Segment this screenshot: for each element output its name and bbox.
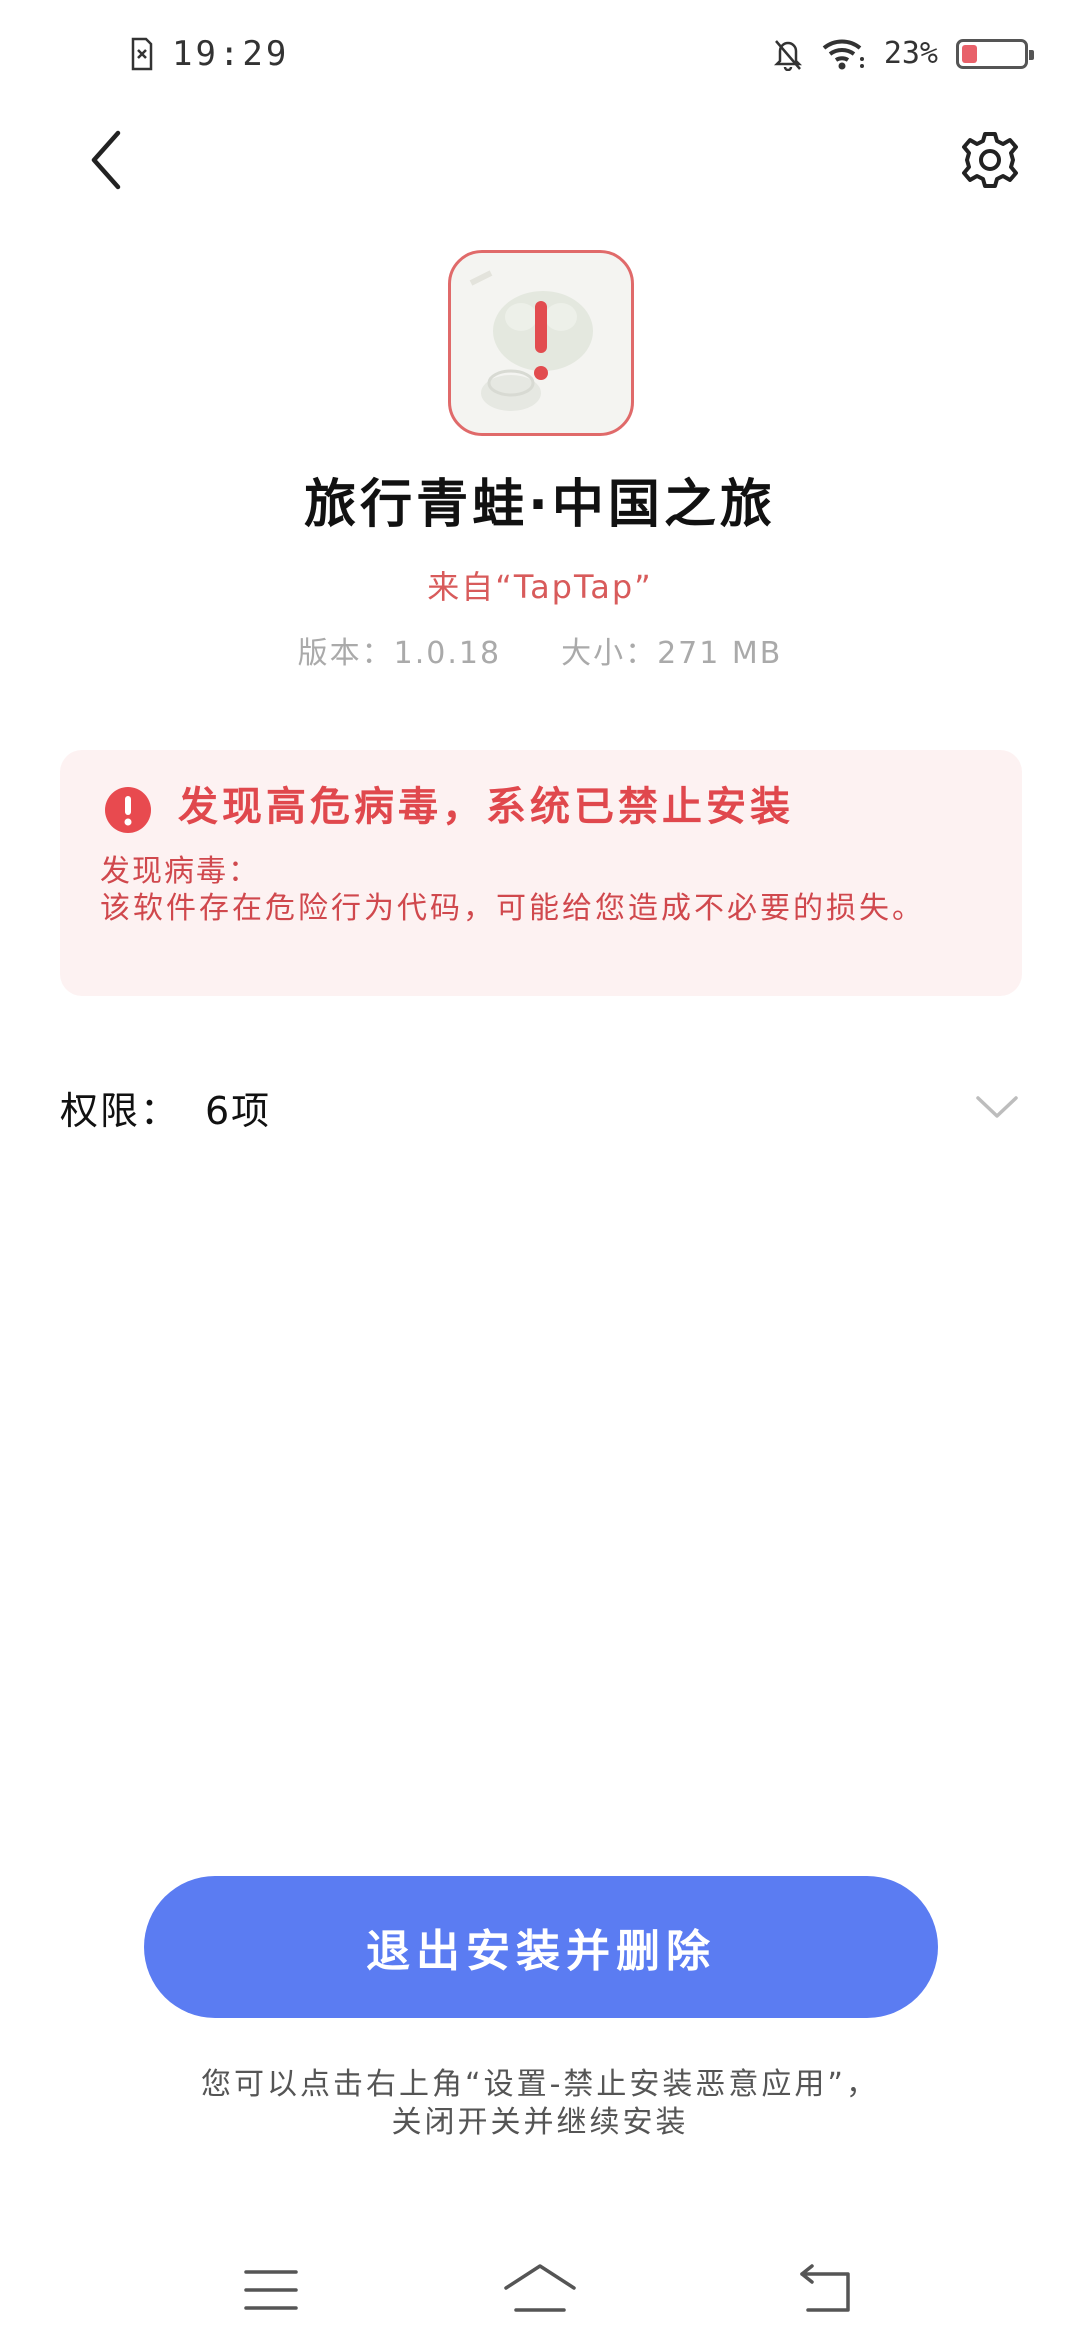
settings-hint: 您可以点击右上角“设置-禁止安装恶意应用”， 关闭开关并继续安装 bbox=[0, 2066, 1080, 2142]
status-left: 19:29 bbox=[130, 34, 289, 74]
battery-icon bbox=[956, 38, 1034, 69]
exit-and-delete-button[interactable]: 退出安装并删除 bbox=[144, 1876, 938, 2018]
home-nav-button[interactable] bbox=[500, 2258, 580, 2322]
back-nav-button[interactable] bbox=[788, 2258, 868, 2322]
warning-body: 该软件存在危险行为代码，可能给您造成不必要的损失。 bbox=[100, 891, 925, 926]
back-nav-icon bbox=[800, 2264, 850, 2312]
hint-line-2: 关闭开关并继续安装 bbox=[391, 2105, 689, 2140]
battery-percent: 23% bbox=[883, 36, 938, 71]
menu-nav-button[interactable] bbox=[232, 2258, 312, 2322]
permissions-count: 6项 bbox=[205, 1089, 272, 1133]
back-button[interactable] bbox=[80, 125, 140, 195]
status-time: 19:29 bbox=[172, 34, 290, 74]
app-meta: 版本：1.0.18 大小：271 MB bbox=[0, 628, 1080, 672]
hint-line-1: 您可以点击右上角“设置-禁止安装恶意应用”， bbox=[201, 2067, 879, 2102]
home-icon bbox=[504, 2264, 576, 2312]
app-name: 旅行青蛙·中国之旅 bbox=[304, 475, 776, 535]
install-blocked-page: 19:29 23% 旅行青蛙·中国之旅 来自“TapTap” 版本：1.0.18… bbox=[0, 0, 1080, 2340]
chevron-down-icon bbox=[976, 1096, 1018, 1118]
version-value: 1.0.18 bbox=[393, 636, 502, 671]
sim-error-icon bbox=[131, 37, 153, 71]
permissions-label: 权限： bbox=[60, 1089, 181, 1133]
version-label: 版本： bbox=[297, 636, 394, 671]
alert-circle-icon bbox=[105, 787, 151, 833]
warning-subtitle: 发现病毒： bbox=[100, 854, 260, 889]
permissions-row[interactable]: 权限： 6项 bbox=[60, 1070, 1022, 1150]
wifi-icon bbox=[822, 39, 864, 69]
app-icon bbox=[448, 250, 634, 436]
status-right: 23% bbox=[772, 36, 1034, 71]
virus-warning-box: 发现高危病毒，系统已禁止安装 发现病毒： 该软件存在危险行为代码，可能给您造成不… bbox=[60, 750, 1022, 996]
status-bar: 19:29 23% bbox=[0, 0, 1080, 110]
warning-title: 发现高危病毒，系统已禁止安装 bbox=[178, 784, 794, 830]
gear-icon bbox=[962, 132, 1018, 188]
settings-button[interactable] bbox=[958, 128, 1022, 192]
size-label: 大小： bbox=[561, 636, 658, 671]
chevron-left-icon bbox=[91, 130, 121, 190]
menu-icon bbox=[244, 2270, 298, 2310]
app-warning-icon bbox=[469, 270, 593, 411]
battery-level-fill bbox=[962, 44, 978, 63]
system-nav-bar bbox=[0, 2240, 1080, 2340]
app-source: 来自“TapTap” bbox=[427, 568, 653, 606]
mute-notification-icon bbox=[773, 39, 802, 71]
size-value: 271 MB bbox=[657, 636, 783, 671]
